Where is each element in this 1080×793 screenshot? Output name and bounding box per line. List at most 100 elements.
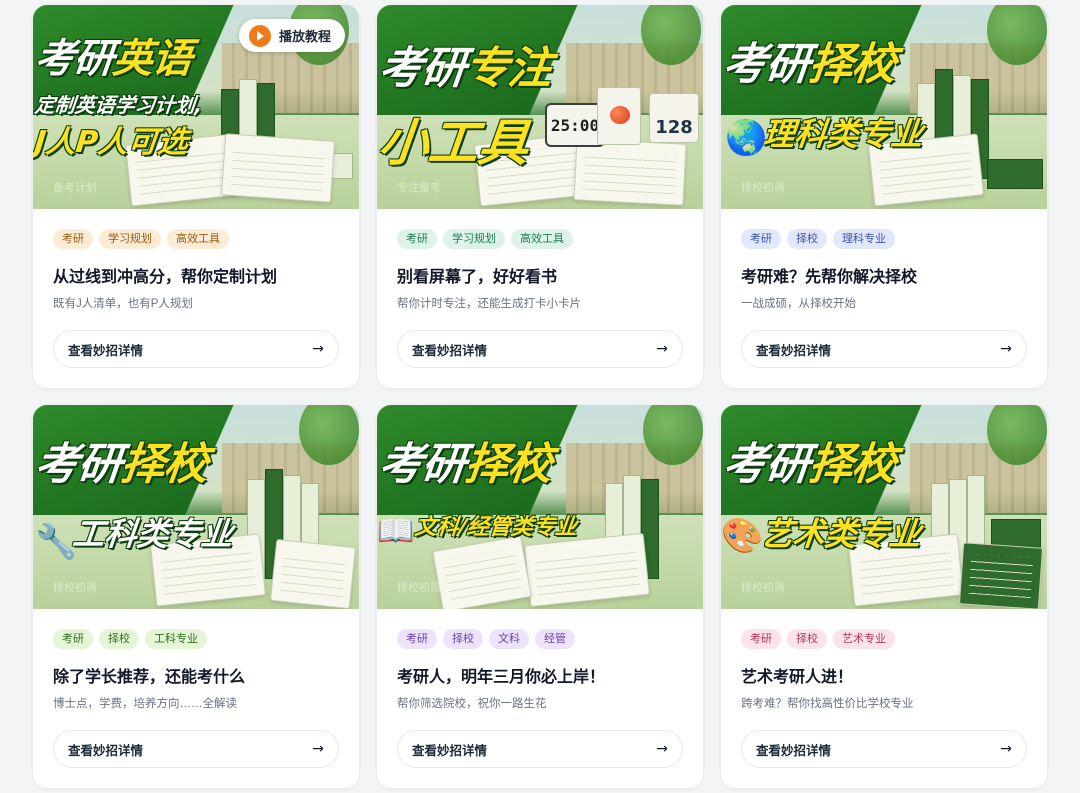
tag: 择校	[787, 229, 827, 249]
play-icon	[248, 24, 271, 47]
tag: 择校	[99, 629, 139, 649]
card-banner[interactable]: 考研择校 📖 文科/经管类专业 择校初筛	[377, 405, 703, 609]
tag-list: 考研 择校 文科 经管	[397, 629, 683, 649]
view-details-button[interactable]: 查看妙招详情 →	[53, 330, 339, 368]
view-details-label: 查看妙招详情	[756, 342, 832, 358]
card-description: 帮你计时专注，还能生成打卡小卡片	[397, 298, 581, 310]
tag: 考研	[741, 629, 781, 649]
view-details-label: 查看妙招详情	[756, 742, 832, 758]
banner-book	[987, 159, 1043, 189]
banner-subtitle: 文科/经管类专业	[413, 515, 579, 540]
card-banner[interactable]: 考研英语 定制英语学习计划, J人P人可选 备考计划 播放教程	[33, 5, 359, 209]
banner-watermark: 专注备考	[397, 181, 441, 194]
view-details-label: 查看妙招详情	[412, 342, 488, 358]
view-details-button[interactable]: 查看妙招详情 →	[53, 730, 339, 768]
card-english-plan[interactable]: 考研英语 定制英语学习计划, J人P人可选 备考计划 播放教程 考研 学习规划 …	[33, 5, 359, 388]
card-liberal-arts-school[interactable]: 考研择校 📖 文科/经管类专业 择校初筛 考研 择校 文科 经管 考研人，明年三…	[377, 405, 703, 788]
banner-notebook	[524, 532, 650, 608]
arrow-right-icon: →	[1000, 741, 1012, 757]
arrow-right-icon: →	[656, 741, 668, 757]
banner-headline: 考研择校	[721, 39, 898, 90]
arrow-right-icon: →	[312, 741, 324, 757]
card-engineering-school[interactable]: 考研择校 🔧 工科类专业 择校初筛 考研 择校 工科专业 除了学长推荐，还能考什…	[33, 405, 359, 788]
card-banner[interactable]: 考研择校 🌏 理科类专业 择校初筛	[721, 5, 1047, 209]
banner-subtitle: 工科类专业	[70, 515, 235, 553]
tag: 理科专业	[833, 229, 895, 249]
tag-list: 考研 择校 艺术专业	[741, 629, 1027, 649]
view-details-button[interactable]: 查看妙招详情 →	[741, 730, 1027, 768]
banner-headline: 考研择校	[721, 439, 898, 490]
banner-headline: 考研专注	[377, 43, 554, 94]
tag-list: 考研 择校 工科专业	[53, 629, 339, 649]
tag: 考研	[397, 229, 437, 249]
tag: 择校	[443, 629, 483, 649]
banner-headline: 考研英语	[33, 36, 194, 82]
banner-watermark: 择校初筛	[741, 181, 785, 194]
card-banner[interactable]: 考研择校 🔧 工科类专业 择校初筛	[33, 405, 359, 609]
card-banner[interactable]: 考研择校 🎨 艺术类专业 择校初筛	[721, 405, 1047, 609]
tag: 工科专业	[145, 629, 207, 649]
card-science-school[interactable]: 考研择校 🌏 理科类专业 择校初筛 考研 择校 理科专业 考研难？先帮你解决择校…	[721, 5, 1047, 388]
play-tutorial-button[interactable]: 播放教程	[238, 19, 345, 52]
tomato-card	[597, 87, 641, 145]
banner-watermark: 备考计划	[53, 181, 97, 194]
tag: 考研	[397, 629, 437, 649]
card-art-school[interactable]: 考研择校 🎨 艺术类专业 择校初筛 考研 择校 艺术专业 艺术考研人进！ 跨考难…	[721, 405, 1047, 788]
banner-watermark: 择校初筛	[53, 581, 97, 594]
view-details-button[interactable]: 查看妙招详情 →	[397, 730, 683, 768]
tag-list: 考研 学习规划 高效工具	[397, 229, 683, 249]
arrow-right-icon: →	[1000, 341, 1012, 357]
globe-icon: 🌏	[725, 118, 768, 158]
card-title: 除了学长推荐，还能考什么	[53, 667, 246, 686]
tag: 文科	[489, 629, 529, 649]
banner-notebook	[269, 538, 357, 609]
banner-watermark: 择校初筛	[741, 581, 785, 594]
card-title: 考研难？先帮你解决择校	[741, 267, 918, 286]
banner-notebook	[958, 542, 1044, 609]
card-description: 博士点，学费，培养方向……全解读	[53, 698, 237, 710]
view-details-label: 查看妙招详情	[412, 742, 488, 758]
timer-display: 25:00	[545, 103, 605, 147]
palette-icon: 🎨	[721, 516, 764, 556]
tag: 考研	[53, 629, 93, 649]
card-grid: 考研英语 定制英语学习计划, J人P人可选 备考计划 播放教程 考研 学习规划 …	[33, 5, 1047, 788]
banner-subtitle-2: J人P人可选	[33, 125, 190, 160]
banner-notebook	[220, 133, 336, 203]
book-icon: 📖	[377, 514, 415, 549]
tag: 高效工具	[511, 229, 573, 249]
banner-notebook	[573, 138, 687, 206]
card-banner[interactable]: 25:00 128 考研专注 小工具 专注备考	[377, 5, 703, 209]
view-details-label: 查看妙招详情	[68, 742, 144, 758]
tomato-icon	[610, 106, 630, 124]
tag: 考研	[53, 229, 93, 249]
banner-subtitle: 小工具	[377, 114, 532, 172]
card-description: 跨考难？帮你找高性价比学校专业	[741, 698, 914, 710]
card-title: 考研人，明年三月你必上岸！	[397, 667, 606, 686]
banner-subtitle: 理科类专业	[760, 115, 925, 153]
tag-list: 考研 择校 理科专业	[741, 229, 1027, 249]
banner-headline: 考研择校	[33, 439, 210, 490]
tag-list: 考研 学习规划 高效工具	[53, 229, 339, 249]
view-details-button[interactable]: 查看妙招详情 →	[741, 330, 1027, 368]
tag: 考研	[741, 229, 781, 249]
card-title: 艺术考研人进！	[741, 667, 854, 686]
card-description: 帮你筛选院校，祝你一路生花	[397, 698, 547, 710]
card-description: 既有J人清单，也有P人规划	[53, 298, 193, 310]
view-details-button[interactable]: 查看妙招详情 →	[397, 330, 683, 368]
arrow-right-icon: →	[656, 341, 668, 357]
view-details-label: 查看妙招详情	[68, 342, 144, 358]
tag: 学习规划	[99, 229, 161, 249]
card-title: 别看屏幕了，好好看书	[397, 267, 558, 286]
play-tutorial-label: 播放教程	[278, 30, 331, 45]
card-title: 从过线到冲高分，帮你定制计划	[53, 267, 278, 286]
banner-watermark: 择校初筛	[397, 581, 441, 594]
tag: 学习规划	[443, 229, 505, 249]
wrench-icon: 🔧	[35, 522, 78, 562]
tag: 经管	[535, 629, 575, 649]
card-description: 一战成硕，从择校开始	[741, 298, 856, 310]
tag: 择校	[787, 629, 827, 649]
banner-subtitle: 艺术类专业	[758, 515, 923, 553]
banner-headline: 考研择校	[377, 439, 554, 490]
card-focus-tool[interactable]: 25:00 128 考研专注 小工具 专注备考 考研 学习规划 高效工具 别看屏…	[377, 5, 703, 388]
tag: 艺术专业	[833, 629, 895, 649]
